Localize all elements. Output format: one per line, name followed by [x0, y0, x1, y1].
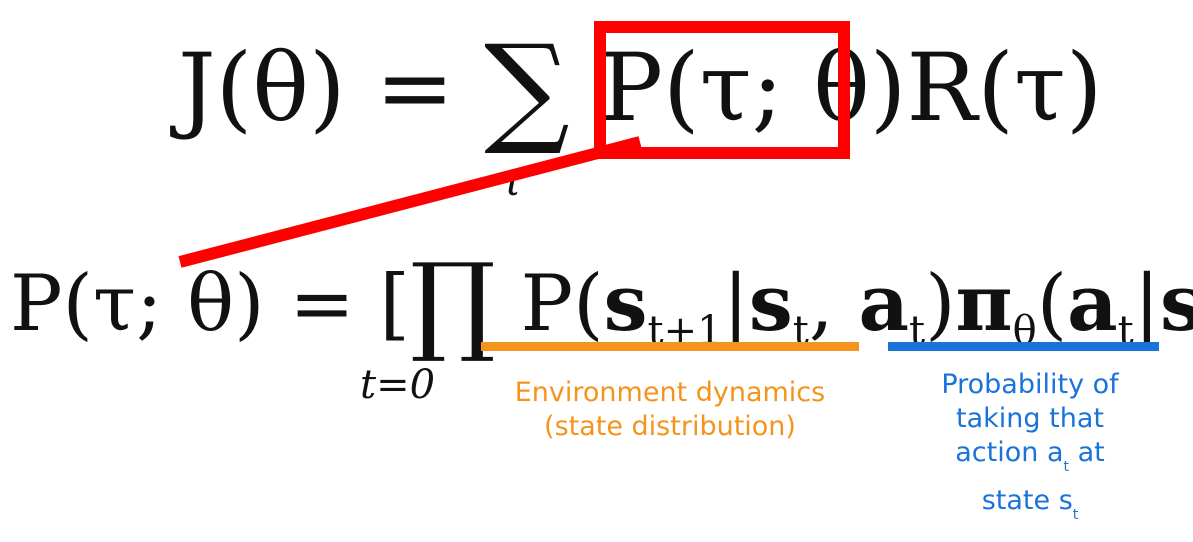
environment-annotation-line2: (state distribution) [544, 411, 796, 442]
policy-action: a [1067, 258, 1118, 349]
dynamics-sep: , [808, 259, 859, 349]
policy-underline [888, 342, 1159, 351]
policy-annotation-line4-sub: t [1072, 507, 1079, 523]
policy-given: | [1133, 259, 1161, 349]
dynamics-state: s [748, 258, 793, 349]
policy-annotation-line2: taking that [956, 403, 1104, 434]
policy-annotation: Probability of taking that action at at … [910, 368, 1150, 532]
trajectory-lhs: P(τ; θ) = [ [10, 259, 410, 349]
policy-state: s [1160, 258, 1193, 349]
policy-open: ( [1036, 259, 1068, 349]
dynamics-close: ) [925, 259, 956, 349]
environment-annotation: Environment dynamics (state distribution… [470, 376, 870, 444]
policy-annotation-line3-prefix: action a [955, 437, 1064, 468]
policy-annotation-line1: Probability of [941, 369, 1119, 400]
dynamics-given: | [722, 259, 749, 349]
dynamics-action: a [858, 258, 909, 349]
policy-annotation-line3: action at at [910, 436, 1150, 484]
policy-annotation-line3-suffix: at [1069, 437, 1105, 468]
policy-symbol: π [955, 258, 1013, 349]
environment-annotation-line1: Environment dynamics [514, 377, 826, 408]
product-lower-limit: t=0 [360, 362, 436, 408]
policy-annotation-line4: state st [910, 484, 1150, 532]
formula-diagram: J(θ) = ∑ P(τ; θ)R(τ) τ P(τ; θ) = [∏ P(st… [0, 0, 1193, 542]
policy-annotation-line4-prefix: state s [981, 485, 1073, 516]
dynamics-next-state: s [603, 258, 648, 349]
environment-underline [481, 342, 859, 351]
dynamics-term: P(st+1|st, at) [520, 258, 956, 352]
policy-term: πθ(at|st)] [955, 258, 1193, 352]
dynamics-prefix: P( [520, 259, 604, 349]
